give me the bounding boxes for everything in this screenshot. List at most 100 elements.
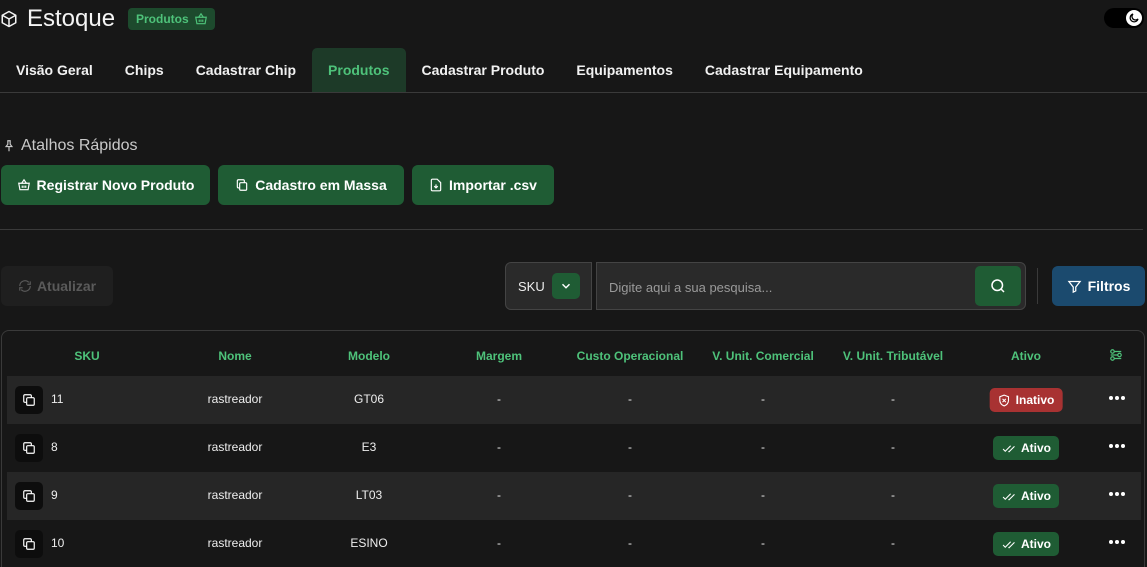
section-badge-label: Produtos (136, 12, 189, 26)
cell-op-cost: - (628, 392, 632, 406)
cell-unit-commercial: - (761, 392, 765, 406)
status-label: Inativo (1015, 393, 1055, 407)
cell-unit-tax: - (891, 440, 895, 454)
products-table: SKU Nome Modelo Margem Custo Operacional… (1, 330, 1145, 567)
table-row: 8 rastreador E3 - - - - Ativo (7, 424, 1141, 472)
tab-chips[interactable]: Chips (109, 48, 180, 92)
cell-model: GT06 (353, 392, 385, 406)
row-actions-icon[interactable] (1109, 540, 1125, 544)
tab-visao-geral[interactable]: Visão Geral (0, 48, 109, 92)
register-product-button[interactable]: Registrar Novo Produto (1, 165, 210, 205)
tab-cadastrar-chip[interactable]: Cadastrar Chip (180, 48, 312, 92)
refresh-button[interactable]: Atualizar (1, 266, 113, 306)
copy-button[interactable] (15, 434, 43, 462)
cell-margin: - (497, 392, 501, 406)
basket-icon (194, 12, 207, 25)
status-badge[interactable]: Ativo (993, 484, 1059, 508)
shortcuts-title: Atalhos Rápidos (21, 137, 138, 154)
row-actions-icon[interactable] (1109, 444, 1125, 448)
column-header-model[interactable]: Modelo (348, 349, 390, 363)
status-badge[interactable]: Inativo (989, 388, 1063, 412)
search-input[interactable] (609, 277, 969, 297)
refresh-icon (19, 280, 31, 292)
search-box (596, 262, 1026, 310)
column-header-sku[interactable]: SKU (74, 349, 99, 363)
shortcuts-heading: Atalhos Rápidos (2, 137, 138, 155)
cell-name: rastreador (207, 440, 263, 454)
copy-button[interactable] (15, 530, 43, 558)
page-title: Estoque (27, 5, 116, 32)
tab-equipamentos[interactable]: Equipamentos (560, 48, 688, 92)
tab-cadastrar-equipamento[interactable]: Cadastrar Equipamento (689, 48, 879, 92)
tabs-divider (0, 92, 1147, 93)
cell-name: rastreador (207, 488, 263, 502)
toolbar-divider (1037, 268, 1038, 304)
cell-unit-tax: - (891, 536, 895, 550)
filters-button[interactable]: Filtros (1052, 266, 1145, 306)
shield-x-icon (999, 394, 1010, 406)
cell-margin: - (497, 440, 501, 454)
cell-sku: 9 (51, 488, 58, 502)
cell-unit-commercial: - (761, 440, 765, 454)
basket-icon (17, 178, 30, 191)
table-row: 10 rastreador ESINO - - - - Ativo (7, 520, 1141, 567)
chevron-down-icon[interactable] (552, 273, 580, 299)
cell-unit-commercial: - (761, 488, 765, 502)
section-divider (0, 229, 1143, 230)
column-header-active[interactable]: Ativo (1011, 349, 1041, 363)
theme-toggle-knob (1126, 10, 1142, 26)
column-header-margin[interactable]: Margem (476, 349, 522, 363)
copy-icon (23, 394, 35, 406)
table-row: 9 rastreador LT03 - - - - Ativo (7, 472, 1141, 520)
copy-icon (23, 490, 35, 502)
nav-tabs: Visão Geral Chips Cadastrar Chip Produto… (0, 48, 879, 92)
copy-button[interactable] (15, 386, 43, 414)
box-icon (1, 10, 17, 28)
filter-icon (1067, 280, 1082, 293)
cell-sku: 10 (51, 536, 65, 550)
copy-button[interactable] (15, 482, 43, 510)
copy-icon (23, 538, 35, 550)
section-badge: Produtos (128, 8, 215, 30)
tab-produtos[interactable]: Produtos (312, 48, 406, 92)
status-label: Ativo (1021, 441, 1051, 455)
cell-unit-tax: - (891, 392, 895, 406)
column-header-name[interactable]: Nome (218, 349, 251, 363)
status-badge[interactable]: Ativo (993, 436, 1059, 460)
tab-cadastrar-produto[interactable]: Cadastrar Produto (406, 48, 561, 92)
bulk-register-button[interactable]: Cadastro em Massa (218, 165, 404, 205)
status-badge[interactable]: Ativo (993, 532, 1059, 556)
app-header: Estoque Produtos (0, 0, 1147, 40)
import-csv-button[interactable]: Importar .csv (412, 165, 554, 205)
filters-label: Filtros (1087, 278, 1131, 294)
pin-icon (4, 140, 14, 152)
row-actions-icon[interactable] (1109, 492, 1125, 496)
cell-unit-commercial: - (761, 536, 765, 550)
table-row: 11 rastreador GT06 - - - - Inativo (7, 376, 1141, 424)
refresh-label: Atualizar (36, 278, 97, 294)
columns-settings-icon[interactable] (1109, 348, 1123, 362)
copy-files-icon (236, 179, 248, 191)
search-button[interactable] (975, 266, 1021, 306)
check-double-icon (1002, 492, 1015, 501)
cell-model: LT03 (355, 488, 383, 502)
theme-toggle[interactable] (1104, 8, 1144, 28)
cell-model: ESINO (350, 536, 388, 550)
moon-icon (1129, 13, 1139, 23)
column-header-unit-commercial[interactable]: V. Unit. Comercial (712, 349, 814, 363)
search-field-select[interactable]: SKU (505, 262, 592, 310)
status-label: Ativo (1021, 489, 1051, 503)
column-header-unit-tax[interactable]: V. Unit. Tributável (843, 349, 943, 363)
bulk-register-label: Cadastro em Massa (255, 177, 387, 193)
status-label: Ativo (1021, 537, 1051, 551)
file-download-icon (430, 178, 442, 192)
column-header-op-cost[interactable]: Custo Operacional (577, 349, 684, 363)
check-double-icon (1002, 540, 1015, 549)
cell-name: rastreador (207, 536, 263, 550)
search-field-value: SKU (518, 278, 545, 294)
row-actions-icon[interactable] (1109, 396, 1125, 400)
cell-model: E3 (361, 440, 377, 454)
cell-op-cost: - (628, 440, 632, 454)
cell-op-cost: - (628, 536, 632, 550)
cell-sku: 11 (51, 392, 64, 406)
